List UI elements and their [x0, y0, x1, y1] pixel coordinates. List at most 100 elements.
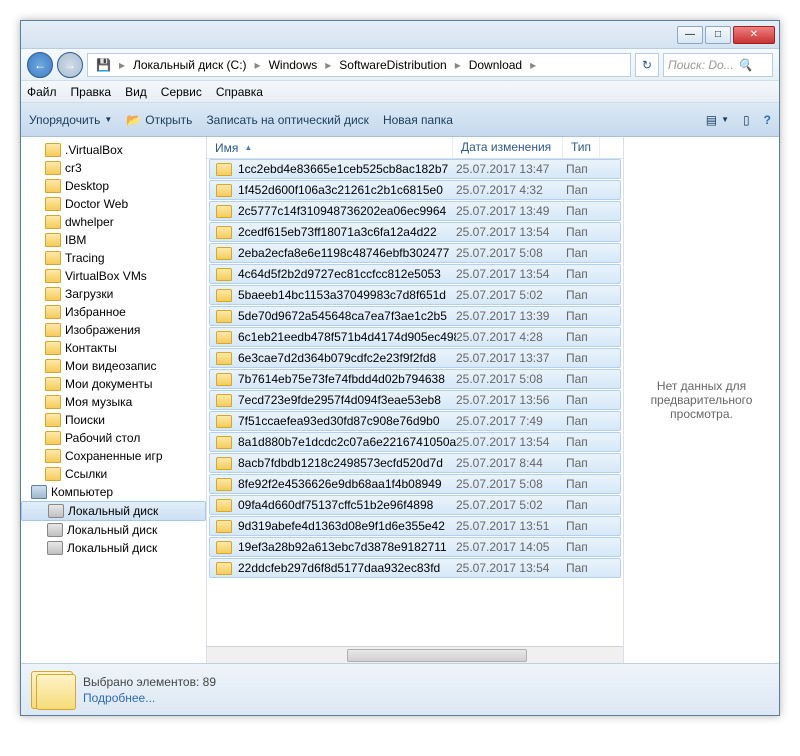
file-row[interactable]: 6c1eb21eedb478f571b4d4174d905ec49825.07.…: [209, 327, 621, 347]
tree-folder-item[interactable]: Сохраненные игр: [21, 447, 206, 465]
organize-button[interactable]: Упорядочить▼: [29, 113, 112, 127]
tree-folder-item[interactable]: Рабочий стол: [21, 429, 206, 447]
tree-folder-item[interactable]: dwhelper: [21, 213, 206, 231]
folder-icon: [216, 415, 232, 428]
tree-folder-item[interactable]: Doctor Web: [21, 195, 206, 213]
tree-folder-item[interactable]: IBM: [21, 231, 206, 249]
file-row[interactable]: 09fa4d660df75137cffc51b2e96f489825.07.20…: [209, 495, 621, 515]
folder-icon: [216, 247, 232, 260]
preview-pane-button[interactable]: ▯: [743, 113, 750, 127]
breadcrumb[interactable]: 💾 ▸ Локальный диск (C:) ▸ Windows ▸ Soft…: [87, 53, 631, 77]
folder-icon: [216, 457, 232, 470]
breadcrumb-segment[interactable]: Download: [465, 56, 526, 74]
file-row[interactable]: 7f51ccaefea93ed30fd87c908e76d9b025.07.20…: [209, 411, 621, 431]
breadcrumb-segment[interactable]: Windows: [265, 56, 322, 74]
help-icon: ?: [764, 113, 771, 127]
tree-folder-item[interactable]: Desktop: [21, 177, 206, 195]
file-row[interactable]: 9d319abefe4d1363d08e9f1d6e355e4225.07.20…: [209, 516, 621, 536]
column-date[interactable]: Дата изменения: [453, 137, 563, 158]
file-row[interactable]: 8acb7fdbdb1218c2498573ecfd520d7d25.07.20…: [209, 453, 621, 473]
file-row[interactable]: 2eba2ecfa8e6e1198c48746ebfb30247725.07.2…: [209, 243, 621, 263]
menu-tools[interactable]: Сервис: [161, 85, 202, 99]
tree-drive-item[interactable]: Локальный диск: [21, 539, 206, 557]
folder-icon: [45, 197, 61, 211]
file-date: 25.07.2017 13:47: [456, 162, 566, 176]
breadcrumb-segment[interactable]: Локальный диск (C:): [129, 56, 251, 74]
tree-folder-item[interactable]: Мои видеозапис: [21, 357, 206, 375]
file-row[interactable]: 19ef3a28b92a613ebc7d3878e918271125.07.20…: [209, 537, 621, 557]
folder-icon: [45, 449, 61, 463]
file-row[interactable]: 7b7614eb75e73fe74fbdd4d02b79463825.07.20…: [209, 369, 621, 389]
scrollbar-thumb[interactable]: [347, 649, 527, 662]
horizontal-scrollbar[interactable]: [207, 646, 623, 663]
minimize-button[interactable]: —: [677, 26, 703, 44]
breadcrumb-segment[interactable]: SoftwareDistribution: [335, 56, 450, 74]
file-row[interactable]: 1f452d600f106a3c21261c2b1c6815e025.07.20…: [209, 180, 621, 200]
tree-folder-item[interactable]: Изображения: [21, 321, 206, 339]
file-type: Пап: [566, 225, 600, 239]
tree-folder-item[interactable]: Контакты: [21, 339, 206, 357]
tree-folder-item[interactable]: Моя музыка: [21, 393, 206, 411]
tree-folder-item[interactable]: cr3: [21, 159, 206, 177]
burn-button[interactable]: Записать на оптический диск: [206, 113, 369, 127]
tree-item-label: VirtualBox VMs: [65, 269, 147, 283]
file-row[interactable]: 8a1d880b7e1dcdc2c07a6e2216741050a25.07.2…: [209, 432, 621, 452]
tree-drive-item[interactable]: Локальный диск: [21, 521, 206, 539]
file-name: 2eba2ecfa8e6e1198c48746ebfb302477: [238, 246, 456, 260]
file-name: 7b7614eb75e73fe74fbdd4d02b794638: [238, 372, 456, 386]
close-button[interactable]: ✕: [733, 26, 775, 44]
tree-folder-item[interactable]: VirtualBox VMs: [21, 267, 206, 285]
tree-folder-item[interactable]: Загрузки: [21, 285, 206, 303]
file-row[interactable]: 2cedf615eb73ff18071a3c6fa12a4d2225.07.20…: [209, 222, 621, 242]
tree-item-label: Doctor Web: [65, 197, 128, 211]
navigation-bar: ← → 💾 ▸ Локальный диск (C:) ▸ Windows ▸ …: [21, 49, 779, 81]
forward-button[interactable]: →: [57, 52, 83, 78]
file-name: 8fe92f2e4536626e9db68aa1f4b08949: [238, 477, 456, 491]
folder-icon: [45, 215, 61, 229]
maximize-button[interactable]: □: [705, 26, 731, 44]
file-row[interactable]: 22ddcfeb297d6f8d5177daa932ec83fd25.07.20…: [209, 558, 621, 578]
tree-item-label: Мои видеозапис: [65, 359, 157, 373]
file-row[interactable]: 5de70d9672a545648ca7ea7f3ae1c2b525.07.20…: [209, 306, 621, 326]
back-button[interactable]: ←: [27, 52, 53, 78]
file-type: Пап: [566, 351, 600, 365]
folder-icon: [45, 467, 61, 481]
file-date: 25.07.2017 13:54: [456, 561, 566, 575]
file-type: Пап: [566, 414, 600, 428]
breadcrumb-drive-icon[interactable]: 💾: [92, 56, 115, 74]
tree-folder-item[interactable]: .VirtualBox: [21, 141, 206, 159]
file-row[interactable]: 8fe92f2e4536626e9db68aa1f4b0894925.07.20…: [209, 474, 621, 494]
menu-view[interactable]: Вид: [125, 85, 147, 99]
menu-file[interactable]: Файл: [27, 85, 57, 99]
menu-help[interactable]: Справка: [216, 85, 263, 99]
file-row[interactable]: 7ecd723e9fde2957f4d094f3eae53eb825.07.20…: [209, 390, 621, 410]
file-row[interactable]: 2c5777c14f310948736202ea06ec996425.07.20…: [209, 201, 621, 221]
file-type: Пап: [566, 477, 600, 491]
tree-folder-item[interactable]: Мои документы: [21, 375, 206, 393]
file-list[interactable]: 1cc2ebd4e83665e1ceb525cb8ac182b725.07.20…: [207, 159, 623, 646]
file-type: Пап: [566, 393, 600, 407]
column-name[interactable]: Имя▲: [207, 137, 453, 158]
status-selection-count: Выбрано элементов: 89: [83, 675, 216, 689]
tree-folder-item[interactable]: Избранное: [21, 303, 206, 321]
status-details-link[interactable]: Подробнее...: [83, 691, 216, 705]
open-button[interactable]: 📂 Открыть: [126, 113, 192, 127]
file-row[interactable]: 6e3cae7d2d364b079cdfc2e23f9f2fd825.07.20…: [209, 348, 621, 368]
file-row[interactable]: 4c64d5f2b2d9727ec81ccfcc812e505325.07.20…: [209, 264, 621, 284]
column-type[interactable]: Тип: [563, 137, 600, 158]
view-mode-button[interactable]: ▤▼: [706, 113, 729, 127]
tree-drive-item[interactable]: Локальный диск: [21, 501, 206, 521]
tree-folder-item[interactable]: Tracing: [21, 249, 206, 267]
tree-computer[interactable]: Компьютер: [21, 483, 206, 501]
file-row[interactable]: 1cc2ebd4e83665e1ceb525cb8ac182b725.07.20…: [209, 159, 621, 179]
refresh-button[interactable]: ↻: [635, 53, 659, 77]
navigation-tree[interactable]: .VirtualBoxcr3Desktop Doctor Web dwhelperI…: [21, 137, 207, 663]
new-folder-button[interactable]: Новая папка: [383, 113, 453, 127]
menu-edit[interactable]: Правка: [71, 85, 112, 99]
tree-folder-item[interactable]: Ссылки: [21, 465, 206, 483]
search-input[interactable]: Поиск: Do... 🔍: [663, 53, 773, 77]
folder-icon: [216, 331, 232, 344]
tree-folder-item[interactable]: Поиски: [21, 411, 206, 429]
file-row[interactable]: 5baeeb14bc1153a37049983c7d8f651d25.07.20…: [209, 285, 621, 305]
help-button[interactable]: ?: [764, 113, 771, 127]
